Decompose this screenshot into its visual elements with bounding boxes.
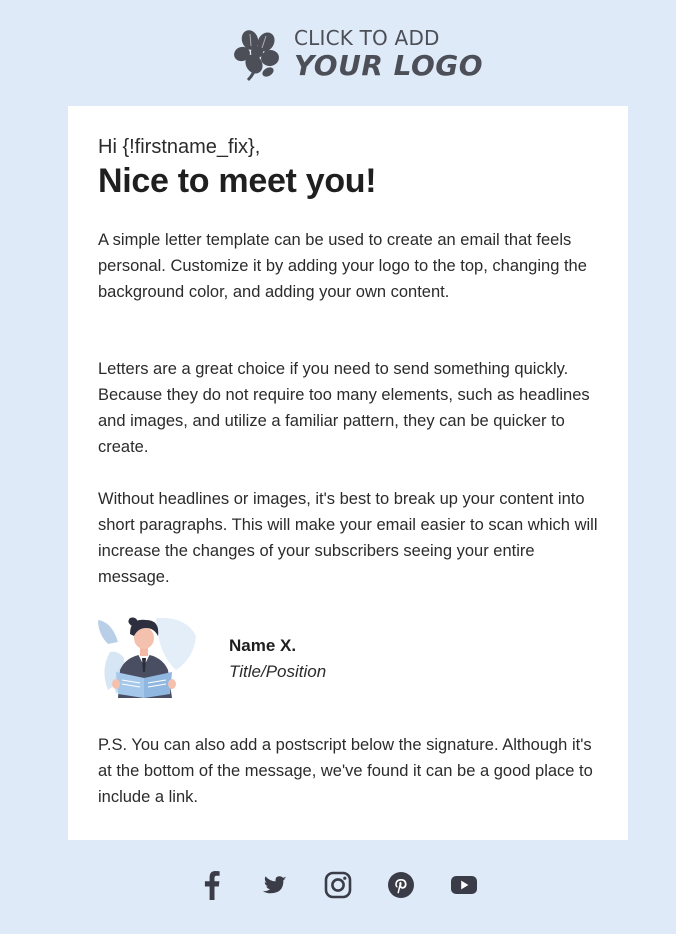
youtube-icon [451, 876, 477, 894]
logo-text-line2: YOUR LOGO [294, 49, 484, 82]
clover-flower-icon [234, 30, 279, 82]
social-links [0, 868, 676, 902]
signature-avatar [98, 617, 196, 698]
twitter-link[interactable] [260, 868, 290, 902]
facebook-link[interactable] [197, 868, 227, 902]
instagram-link[interactable] [323, 868, 353, 902]
paragraph-3: Without headlines or images, it's best t… [98, 490, 598, 586]
twitter-icon [262, 876, 287, 894]
greeting: Hi {!firstname_fix}, [98, 136, 261, 158]
youtube-link[interactable] [449, 868, 479, 902]
logo-placeholder[interactable]: CLICK TO ADD YOUR LOGO [232, 26, 483, 82]
paragraph-2: Letters are a great choice if you need t… [98, 360, 590, 456]
headline: Nice to meet you! [98, 162, 377, 200]
pinterest-icon [388, 872, 414, 898]
postscript: P.S. You can also add a postscript below… [98, 736, 593, 806]
email-template: CLICK TO ADD YOUR LOGO Hi {!firstname_fi… [0, 0, 676, 934]
paragraph-1: A simple letter template can be used to … [98, 231, 587, 301]
signature-title: Title/Position [229, 662, 327, 681]
pinterest-link[interactable] [386, 868, 416, 902]
logo-text-line1: CLICK TO ADD [294, 26, 440, 50]
letter-card: Hi {!firstname_fix}, Nice to meet you! A… [68, 106, 628, 840]
facebook-icon [204, 871, 220, 900]
instagram-icon [324, 871, 352, 899]
signature-name: Name X. [229, 636, 297, 655]
